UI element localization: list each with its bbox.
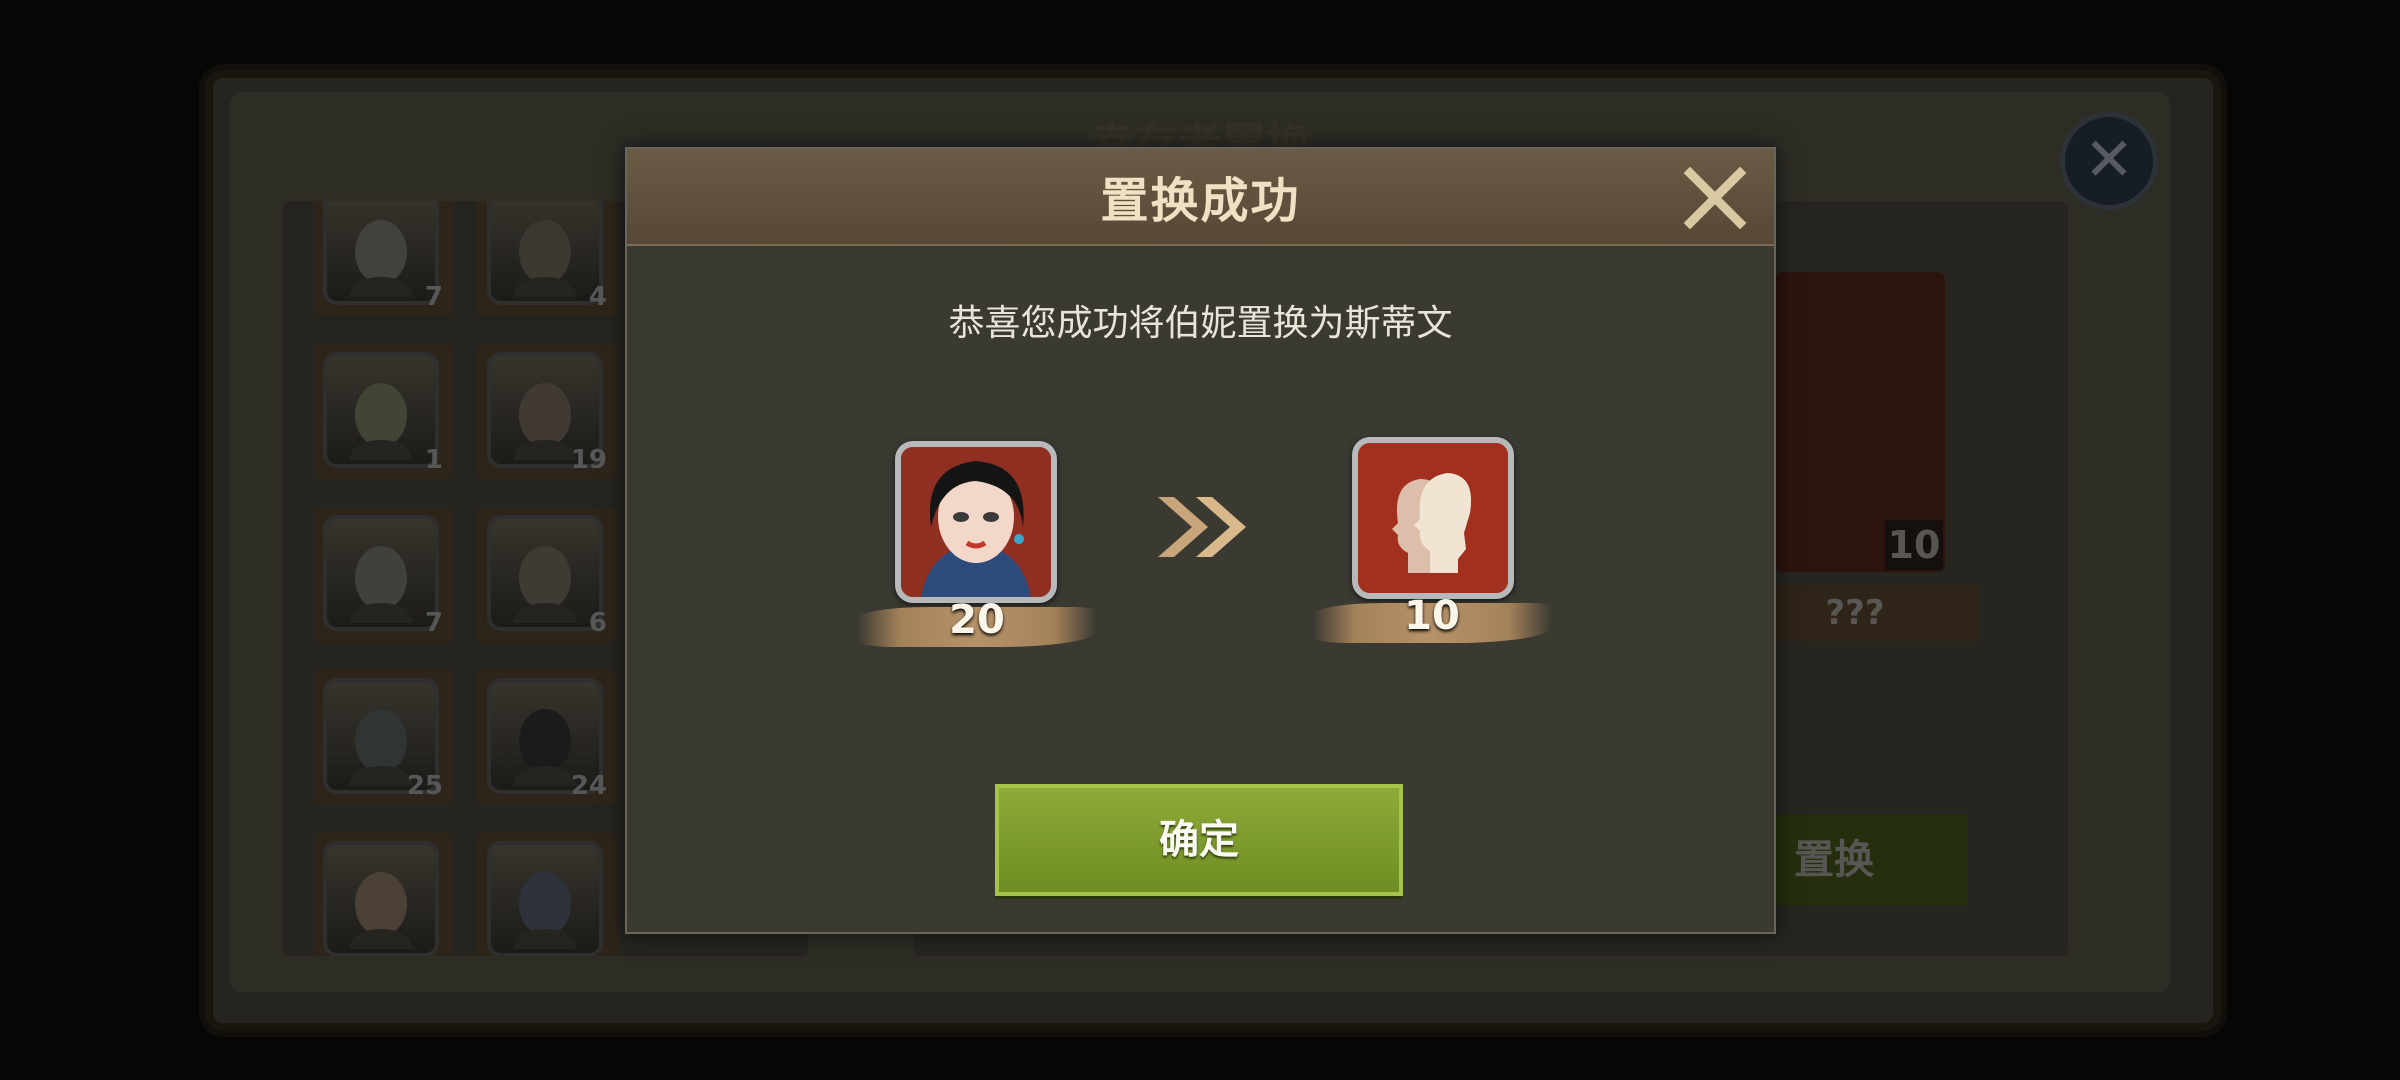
to-count: 10	[1404, 593, 1460, 639]
confirm-button[interactable]: 确定	[995, 784, 1403, 896]
double-chevron-right-icon	[1152, 487, 1252, 567]
success-message: 恭喜您成功将伯妮置换为斯蒂文	[948, 303, 1453, 344]
dialog-title: 置换成功	[1100, 173, 1301, 229]
to-count-ribbon: 10	[1312, 593, 1552, 643]
dialog-header: 置换成功	[627, 149, 1774, 246]
survivor-silhouettes-icon	[1352, 437, 1514, 599]
from-count: 20	[949, 597, 1005, 643]
female-hero-portrait	[895, 441, 1057, 603]
success-dialog: 置换成功 恭喜您成功将伯妮置换为斯蒂文 20 10 确定	[625, 147, 1776, 934]
from-count-ribbon: 20	[857, 597, 1097, 647]
confirm-label: 确定	[1159, 817, 1239, 863]
close-icon[interactable]	[1682, 166, 1748, 230]
